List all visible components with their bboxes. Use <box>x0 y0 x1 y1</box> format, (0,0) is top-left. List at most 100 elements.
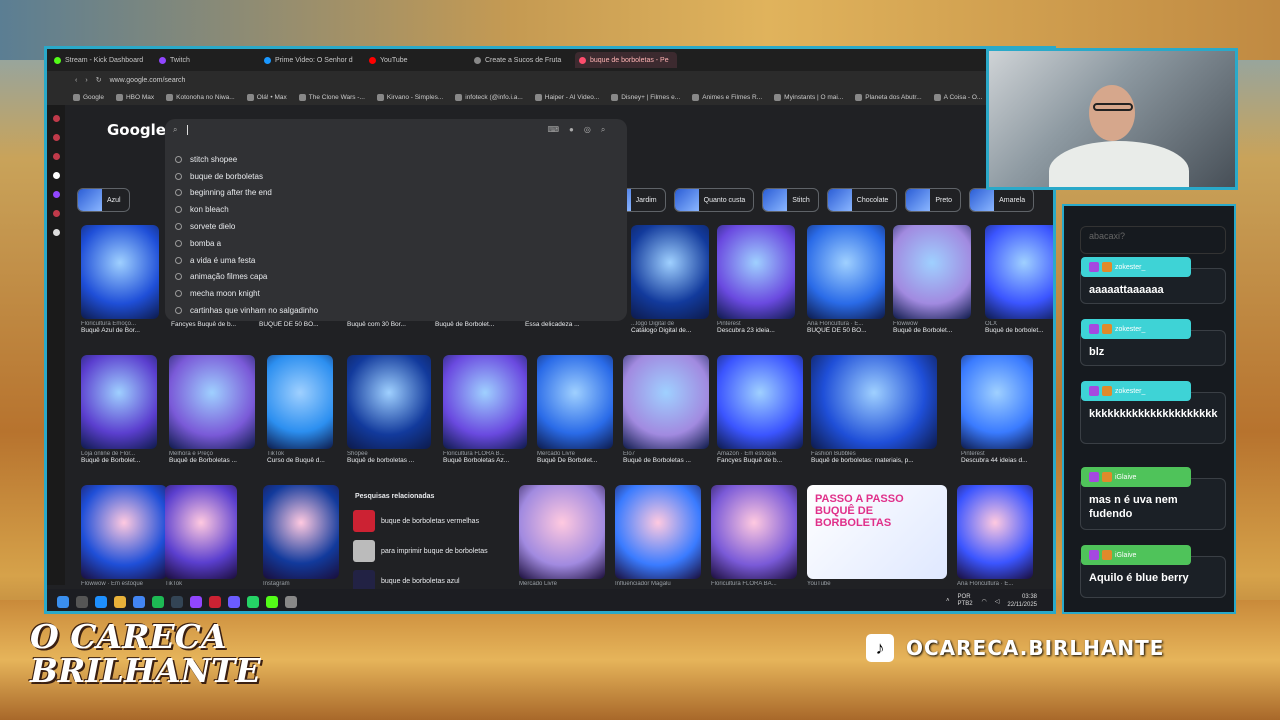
sidebar-app-icon[interactable] <box>52 134 60 141</box>
suggestion-item[interactable]: cartinhas que vinham no salgadinho <box>165 302 627 319</box>
result-thumbnail[interactable] <box>807 225 885 319</box>
sidebar-app-icon[interactable] <box>52 115 60 122</box>
image-result-card[interactable]: Flowwow Buquê de Borbolet... <box>893 225 971 334</box>
bookmark-item[interactable]: Animes e Filmes R... <box>692 93 762 101</box>
result-thumbnail[interactable] <box>347 355 431 449</box>
bookmark-item[interactable]: Planeta dos Abutr... <box>855 93 922 101</box>
search-taskbar-icon[interactable] <box>76 595 88 608</box>
google-logo[interactable]: Google <box>107 121 166 139</box>
result-thumbnail[interactable] <box>711 485 797 579</box>
app-icon[interactable] <box>228 595 240 608</box>
suggestion-item[interactable]: kon bleach <box>165 201 627 218</box>
image-result-card[interactable]: Floricultura Emoçõ... Buquê Azul de Bor..… <box>81 225 159 334</box>
image-result-card[interactable]: Influenciador Magalu <box>615 485 701 587</box>
image-result-card[interactable]: Fashion Bubbles Buquê de borboletas: mate… <box>811 355 937 464</box>
result-thumbnail[interactable] <box>961 355 1033 449</box>
obs-icon[interactable] <box>285 595 297 608</box>
edge-icon[interactable] <box>95 595 107 608</box>
bookmark-item[interactable]: Haiper - AI Video... <box>534 93 599 101</box>
image-result-card[interactable]: TikTok <box>165 485 237 587</box>
suggestion-item[interactable]: beginning after the end <box>165 185 627 202</box>
image-result-card[interactable]: Ana Floricultura · E... <box>957 485 1033 587</box>
bookmark-item[interactable]: Disney+ | Filmes e... <box>611 93 680 101</box>
search-submit-icon[interactable]: ⌕ <box>601 125 605 135</box>
filter-chip[interactable]: Stitch <box>762 188 819 212</box>
image-result-card[interactable]: Amazon · Em estoque Fancyes Buquê de b... <box>717 355 803 464</box>
image-result-card[interactable]: Elo7 Buquê de Borboletas ... <box>623 355 709 464</box>
browser-tab[interactable]: Prime Video: O Senhor d <box>260 52 362 68</box>
result-thumbnail[interactable] <box>717 355 803 449</box>
result-thumbnail[interactable] <box>615 485 701 579</box>
image-result-card[interactable]: PASSO A PASSO BUQUÊ DE BORBOLETAS YouTube <box>807 485 947 587</box>
image-result-card[interactable]: Flowwow · Em estoque <box>81 485 167 587</box>
result-thumbnail[interactable] <box>169 355 255 449</box>
browser-tab[interactable]: Create a Sucos de Fruta <box>470 52 572 68</box>
bookmark-item[interactable]: Google <box>73 93 104 101</box>
bookmark-item[interactable]: Myinstants | O mai... <box>774 93 843 101</box>
filter-chip[interactable]: Quanto custa <box>673 188 755 212</box>
image-result-card[interactable]: Melhora e Preço Buquê de Borboletas ... <box>169 355 255 464</box>
sidebar-app-icon[interactable] <box>52 172 60 179</box>
bookmark-item[interactable]: Kirvano - Simples... <box>376 93 443 101</box>
volume-icon[interactable]: ◁ <box>995 598 1000 605</box>
result-thumbnail[interactable] <box>81 355 157 449</box>
image-result-card[interactable]: TikTok Curso de Buquê d... <box>267 355 333 464</box>
search-input[interactable] <box>187 125 528 135</box>
bookmark-item[interactable]: A Coisa - O... <box>933 93 982 101</box>
filter-chip[interactable]: Azul <box>77 188 130 212</box>
bookmark-item[interactable]: Kotonoha no Niwa... <box>166 93 235 101</box>
result-thumbnail[interactable] <box>957 485 1033 579</box>
result-thumbnail[interactable] <box>893 225 971 319</box>
bookmark-item[interactable]: Olá! • Max <box>246 93 287 101</box>
image-result-card[interactable]: Loja online de Flor... Buquê de Borbolet.… <box>81 355 157 464</box>
sidebar-app-icon[interactable] <box>52 191 60 198</box>
suggestion-item[interactable]: a vida é uma festa <box>165 252 627 269</box>
steam-icon[interactable] <box>171 595 183 608</box>
clock[interactable]: 03:38 22/11/2025 <box>1007 593 1037 609</box>
sidebar-app-icon[interactable] <box>52 210 60 217</box>
image-result-card[interactable]: Pinterest Descubra 44 ideias d... <box>961 355 1033 464</box>
suggestion-item[interactable]: mecha moon knight <box>165 285 627 302</box>
result-thumbnail[interactable]: PASSO A PASSO BUQUÊ DE BORBOLETAS <box>807 485 947 579</box>
folder-icon[interactable] <box>114 595 126 608</box>
browser-tab[interactable]: buque de borboletas - Pe <box>575 52 677 68</box>
result-thumbnail[interactable] <box>81 485 167 579</box>
microphone-icon[interactable]: ● <box>569 125 574 135</box>
filter-chip[interactable]: Amarela <box>969 188 1035 212</box>
result-thumbnail[interactable] <box>81 225 159 319</box>
chevron-up-icon[interactable]: ˄ <box>946 598 950 604</box>
result-thumbnail[interactable] <box>631 225 709 319</box>
reload-icon[interactable]: ↻ <box>96 76 102 84</box>
image-result-card[interactable]: ...logo Digital de Catálogo Digital de... <box>631 225 709 334</box>
suggestion-item[interactable]: stitch shopee <box>165 151 627 168</box>
forward-icon[interactable]: › <box>85 77 87 84</box>
image-result-card[interactable]: Shopee Buquê de borboletas ... <box>347 355 431 464</box>
image-result-card[interactable]: Instagram <box>263 485 339 587</box>
image-result-card[interactable]: Floricultura FLORA B... Buquê Borboletas … <box>443 355 527 464</box>
sidebar-app-icon[interactable] <box>52 153 60 160</box>
image-result-card[interactable]: Ana Floricultura · E... BUQUÊ DE 50 BO... <box>807 225 885 334</box>
suggestion-item[interactable]: sorvete dielo <box>165 218 627 235</box>
filter-chip[interactable]: Chocolate <box>826 188 898 212</box>
suggestion-item[interactable]: animação filmes capa <box>165 269 627 286</box>
lens-icon[interactable]: ◎ <box>584 125 591 135</box>
browser-tab[interactable]: Stream - Kick Dashboard <box>50 52 152 68</box>
image-result-card[interactable]: Floricultura FLORA BA... <box>711 485 797 587</box>
keyboard-icon[interactable]: ⌨ <box>547 125 559 135</box>
search-box[interactable]: ⌕ ⌨ ● ◎ ⌕ <box>165 119 627 141</box>
result-thumbnail[interactable] <box>623 355 709 449</box>
bookmark-item[interactable]: HBO Max <box>115 93 154 101</box>
sidebar-app-icon[interactable] <box>52 229 60 236</box>
kick-icon[interactable] <box>266 595 278 608</box>
browser-tab[interactable]: Twitch <box>155 52 257 68</box>
wifi-icon[interactable]: ◠ <box>982 598 987 605</box>
image-result-card[interactable]: Pinterest Descubra 23 ideia... <box>717 225 795 334</box>
image-result-card[interactable]: OLX Buquê de borbolet... <box>985 225 1053 334</box>
whatsapp-icon[interactable] <box>247 595 259 608</box>
result-thumbnail[interactable] <box>537 355 613 449</box>
suggestion-item[interactable]: buque de borboletas <box>165 168 627 185</box>
url-text[interactable]: www.google.com/search <box>110 77 186 84</box>
result-thumbnail[interactable] <box>267 355 333 449</box>
result-thumbnail[interactable] <box>811 355 937 449</box>
bookmark-item[interactable]: infoteck (@info.i.a... <box>455 93 523 101</box>
